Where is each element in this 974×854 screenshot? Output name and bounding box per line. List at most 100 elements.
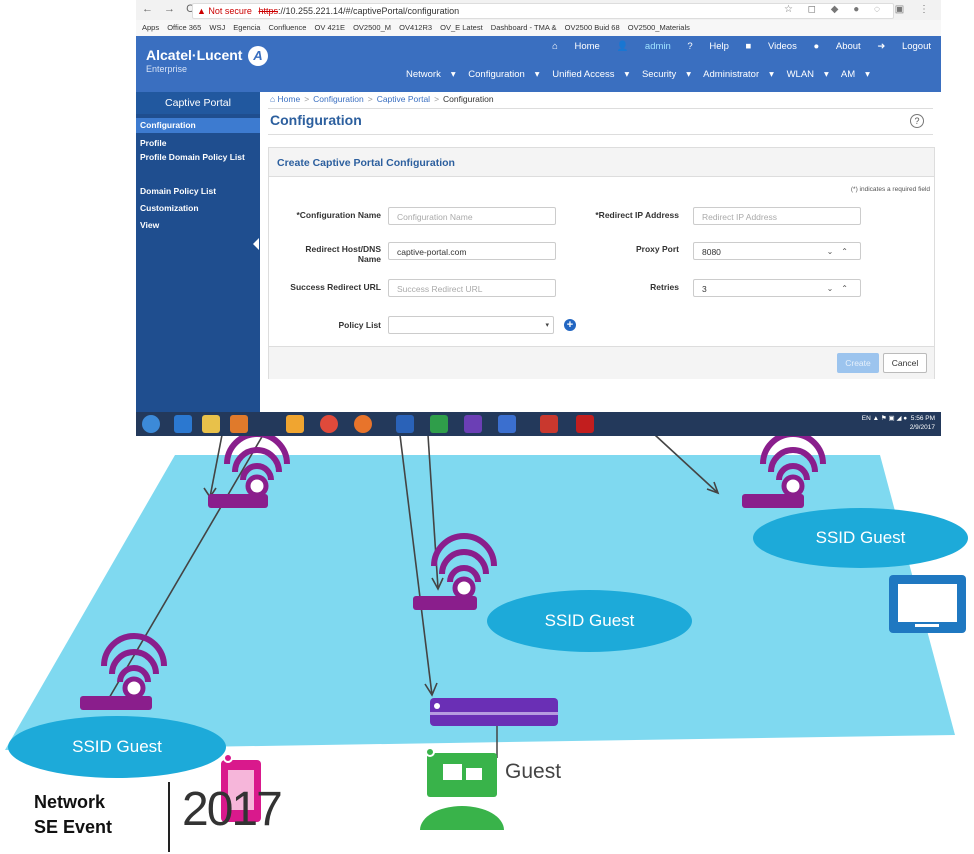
menu-configuration[interactable]: Configuration ▾ [468, 69, 539, 80]
tablet-icon [889, 575, 966, 633]
tray-language[interactable]: EN [862, 415, 871, 422]
required-note: (*) indicates a required field [850, 186, 930, 193]
config-name-input[interactable]: Configuration Name [388, 207, 556, 225]
bookmark-apps[interactable]: Apps [142, 23, 159, 32]
help-icon[interactable]: ? [910, 114, 924, 128]
tray-time[interactable]: 5:56 PM [911, 415, 935, 422]
redirect-host-label: Redirect Host/DNS Name [305, 244, 381, 264]
collapse-sidebar-icon[interactable] [253, 238, 259, 250]
bookmark-dashboard[interactable]: Dashboard - TMA & [491, 23, 557, 32]
redirect-host-input[interactable]: captive-portal.com [388, 242, 556, 260]
not-secure-warning[interactable]: ▲ Not secure [197, 6, 252, 16]
bookmark-confluence[interactable]: Confluence [269, 23, 307, 32]
system-tray: EN ▲ ⚑ ▣ ◢ ● 5:56 PM 2/9/2017 [861, 415, 935, 431]
create-config-panel: Create Captive Portal Configuration (*) … [268, 147, 935, 379]
chevron-down-icon: ▾ [545, 322, 549, 329]
laptop-icon [420, 747, 504, 830]
ssid-guest-bubble-2: SSID Guest [487, 590, 692, 652]
menu-network[interactable]: Network ▾ [406, 69, 456, 80]
retries-label: Retries [650, 282, 679, 292]
retries-stepper[interactable]: 3 ⌄⌃ [693, 279, 861, 297]
menu-wlan[interactable]: WLAN ▾ [787, 69, 829, 80]
proxy-port-stepper[interactable]: 8080 ⌄⌃ [693, 242, 861, 260]
add-policy-icon[interactable]: + [564, 319, 576, 331]
create-button[interactable]: Create [837, 353, 879, 373]
word-icon[interactable] [498, 415, 516, 433]
chrome-icon[interactable] [320, 415, 338, 433]
home-link[interactable]: ⌂ Home [552, 41, 600, 52]
retries-value: 3 [702, 284, 707, 294]
network-app-icon[interactable] [396, 415, 414, 433]
extension-icons[interactable]: ☆ ◻ ◆ ● ◌ ▣ ⋮ [784, 4, 935, 15]
bookmark-wsj[interactable]: WSJ [209, 23, 225, 32]
menu-unified-access[interactable]: Unified Access ▾ [552, 69, 629, 80]
stepper-arrows-icon[interactable]: ⌄⌃ [827, 280, 856, 298]
divider [268, 134, 933, 135]
policy-list-select[interactable]: ▾ [388, 316, 554, 334]
videos-link[interactable]: ■ Videos [746, 41, 797, 52]
firefox-icon[interactable] [354, 415, 372, 433]
sidebar-item-configuration[interactable]: Configuration [136, 118, 260, 133]
success-url-label: Success Redirect URL [290, 282, 381, 292]
stepper-arrows-icon[interactable]: ⌄⌃ [827, 243, 856, 261]
redirect-ip-label: *Redirect IP Address [595, 210, 679, 220]
panel-header: Create Captive Portal Configuration [269, 148, 934, 177]
bookmarks-bar: Apps Office 365 WSJ Egencia Confluence O… [136, 20, 941, 37]
excel-icon[interactable] [430, 415, 448, 433]
url-path: ://10.255.221.14/#/captivePortal/configu… [277, 6, 460, 16]
event-year: 2017 [182, 783, 283, 836]
redirect-ip-input[interactable]: Redirect IP Address [693, 207, 861, 225]
nav-buttons[interactable]: ← → C [142, 3, 198, 15]
event-title: Network SE Event [34, 792, 113, 837]
bookmark-ov2500m[interactable]: OV2500_M [353, 23, 391, 32]
panel-footer: Create Cancel [269, 346, 934, 379]
success-url-input[interactable]: Success Redirect URL [388, 279, 556, 297]
proxy-port-label: Proxy Port [636, 244, 679, 254]
acrobat-icon[interactable] [576, 415, 594, 433]
divider [268, 108, 933, 109]
main-content: ⌂ Home > Configuration > Captive Portal > Conf… [260, 92, 941, 412]
app-header: Alcatel·Lucent A Enterprise ⌂ Home 👤 adm… [136, 36, 941, 92]
sidebar-item-customization[interactable]: Customization [136, 201, 260, 215]
menu-administrator[interactable]: Administrator ▾ [703, 69, 774, 80]
sidebar-item-profile-domain-policy-list[interactable]: Profile Domain Policy List [136, 152, 246, 162]
config-name-label: *Configuration Name [296, 210, 381, 220]
bookmark-ov412r3[interactable]: OV412R3 [399, 23, 432, 32]
bookmark-ov421e[interactable]: OV 421E [315, 23, 345, 32]
media-icon[interactable] [230, 415, 248, 433]
ie-icon[interactable] [174, 415, 192, 433]
menu-security[interactable]: Security ▾ [642, 69, 691, 80]
ssid-guest-bubble-1: SSID Guest [753, 508, 968, 568]
breadcrumb-home[interactable]: ⌂ Home [270, 94, 300, 104]
cancel-button[interactable]: Cancel [883, 353, 927, 373]
help-link[interactable]: ? Help [687, 41, 728, 52]
proxy-port-value: 8080 [702, 247, 721, 257]
bookmark-ov2500-build[interactable]: OV2500 Buid 68 [565, 23, 620, 32]
r-app-icon[interactable] [464, 415, 482, 433]
bookmark-office365[interactable]: Office 365 [167, 23, 201, 32]
sidebar-item-profile[interactable]: Profile [136, 136, 260, 150]
brand-mark-icon: A [248, 46, 268, 66]
os-taskbar: EN ▲ ⚑ ▣ ◢ ● 5:56 PM 2/9/2017 [136, 412, 941, 436]
powerpoint-icon[interactable] [540, 415, 558, 433]
admin-user-link[interactable]: 👤 admin [616, 41, 670, 52]
page-title: Configuration [270, 112, 362, 128]
breadcrumb-captive-portal[interactable]: Captive Portal [377, 94, 430, 104]
menu-am[interactable]: AM ▾ [841, 69, 870, 80]
browser-window: ← → C ▲ Not secure https://10.255.221.14… [136, 0, 941, 436]
brand-subtitle: Enterprise [146, 64, 188, 74]
about-link[interactable]: ● About [813, 41, 860, 52]
logout-link[interactable]: ➜ Logout [877, 41, 931, 52]
sidebar-item-view[interactable]: View [136, 218, 260, 232]
bookmark-ov2500-materials[interactable]: OV2500_Materials [628, 23, 690, 32]
tray-date[interactable]: 2/9/2017 [910, 424, 935, 431]
sidebar-title: Captive Portal [136, 92, 260, 114]
outlook-icon[interactable] [286, 415, 304, 433]
explorer-icon[interactable] [202, 415, 220, 433]
sidebar-item-domain-policy-list[interactable]: Domain Policy List [136, 184, 260, 198]
breadcrumb-configuration[interactable]: Configuration [313, 94, 364, 104]
bookmark-ov-e-latest[interactable]: OV_E Latest [440, 23, 483, 32]
bookmark-egencia[interactable]: Egencia [233, 23, 260, 32]
breadcrumb-current: Configuration [443, 94, 494, 104]
start-button-icon[interactable] [142, 415, 160, 433]
